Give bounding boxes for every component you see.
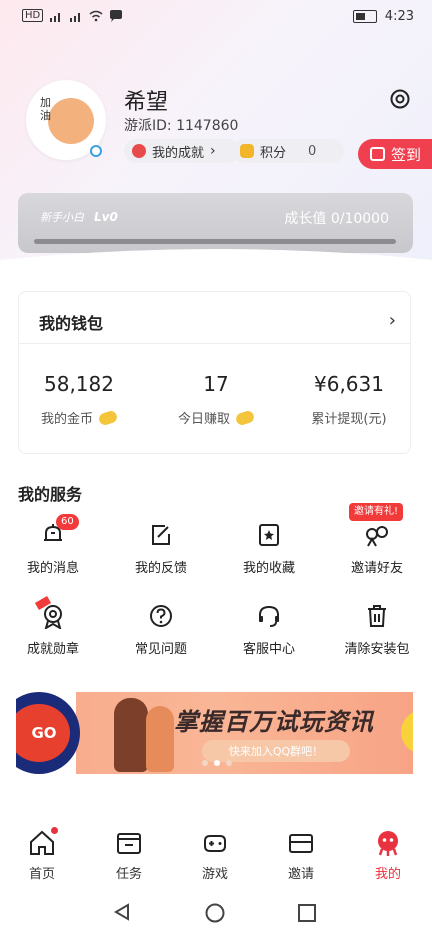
tab-label: 我的: [374, 867, 401, 882]
medal-icon: [132, 144, 146, 158]
checkin-label: 签到: [391, 145, 422, 164]
service-messages[interactable]: 60 我的消息: [3, 514, 103, 576]
service-label: 成就勋章: [26, 642, 79, 657]
battery-icon: [352, 10, 377, 23]
tab-tasks[interactable]: 任务: [99, 829, 159, 882]
invite-icon: [366, 526, 388, 547]
avatar-search-icon: [90, 145, 102, 157]
service-label: 我的收藏: [242, 561, 295, 576]
message-icon: [110, 9, 123, 22]
services-title: 我的服务: [18, 485, 83, 504]
service-label: 邀请好友: [350, 561, 403, 576]
service-support[interactable]: 客服中心: [219, 603, 319, 657]
checkin-button[interactable]: 签到: [358, 139, 432, 169]
coin-hand-icon: [97, 409, 119, 426]
service-favorites[interactable]: 我的收藏: [219, 522, 319, 576]
coin-bag-icon: [240, 144, 254, 158]
user-name: 希望: [124, 90, 169, 115]
achievements-label: 我的成就: [152, 145, 205, 161]
level-title: 新手小白: [40, 211, 84, 224]
status-time: 4:23: [384, 9, 414, 24]
service-label: 常见问题: [134, 642, 187, 657]
user-id: 游派ID: 1147860: [124, 118, 239, 134]
status-bar: HD 4:23: [0, 0, 432, 34]
tab-label: 邀请: [287, 867, 314, 882]
divider: [19, 343, 410, 344]
achievements-chip[interactable]: 我的成就 ›: [124, 139, 240, 163]
hd-indicator: HD: [22, 9, 44, 22]
wallet-stat-withdrawn[interactable]: ¥6,631 累计提现(元): [289, 372, 409, 427]
calendar-icon: [370, 147, 385, 161]
service-medals[interactable]: 成就勋章: [3, 596, 103, 657]
question-icon: [150, 605, 172, 627]
stat-value: ¥6,631: [314, 372, 384, 396]
banner-figure-icon-2: [146, 706, 174, 772]
page-dot: [202, 760, 208, 766]
page-dot: [226, 760, 232, 766]
service-label: 我的消息: [26, 561, 79, 576]
service-feedback[interactable]: 我的反馈: [111, 522, 211, 576]
header-wave: [0, 249, 432, 278]
back-icon[interactable]: [113, 903, 131, 921]
banner-coin-icon: [401, 710, 413, 754]
points-chip[interactable]: 积分 0: [232, 139, 344, 163]
envelope-icon: [289, 834, 313, 853]
chevron-right-icon: ›: [210, 143, 216, 159]
banner-headline: 掌握百万试玩资讯: [174, 708, 374, 736]
points-label: 积分: [260, 145, 287, 161]
stat-label: 我的金币: [40, 412, 93, 427]
service-label: 客服中心: [242, 642, 295, 657]
notification-dot: [51, 827, 58, 834]
wifi-icon: [89, 10, 103, 21]
service-clear-packages[interactable]: 清除安装包: [327, 603, 427, 657]
service-label: 清除安装包: [344, 642, 410, 657]
chevron-right-icon[interactable]: ›: [389, 310, 396, 331]
service-label: 我的反馈: [134, 561, 187, 576]
level-tag: 新手小白 Lv0: [40, 209, 118, 225]
avatar-text: 加油: [40, 96, 51, 122]
home-circle-icon[interactable]: [205, 903, 225, 923]
stat-value: 17: [203, 372, 229, 396]
tab-invite[interactable]: 邀请: [271, 829, 331, 882]
invite-promo-tag: 邀请有礼!: [349, 503, 404, 521]
trash-icon: [368, 605, 386, 627]
level-number: Lv0: [94, 210, 118, 224]
growth-value: 成长值 0/10000: [284, 211, 389, 227]
gamepad-icon: [204, 835, 226, 852]
banner-pagination: [202, 760, 232, 766]
bottom-tab-bar: 首页 任务 游戏 邀请 我的: [0, 827, 432, 889]
tab-profile[interactable]: 我的: [358, 829, 418, 882]
banner-figure-icon: [114, 698, 148, 772]
wallet-title: 我的钱包: [39, 314, 104, 333]
signal-icon: [50, 12, 61, 22]
recent-apps-icon[interactable]: [298, 904, 316, 922]
coin-hand-icon: [234, 409, 256, 426]
wallet-stat-coins[interactable]: 58,182 我的金币: [19, 372, 139, 427]
stat-label: 累计提现(元): [311, 412, 387, 427]
profile-icon: [378, 831, 398, 856]
tab-home[interactable]: 首页: [12, 827, 72, 882]
bookmark-icon: [259, 524, 279, 546]
wallet-stat-today[interactable]: 17 今日赚取: [156, 372, 276, 427]
points-value: 0: [308, 143, 317, 159]
signal-icon-2: [70, 12, 81, 22]
headset-icon: [259, 605, 279, 627]
tab-label: 游戏: [201, 867, 228, 882]
feedback-icon: [152, 525, 170, 545]
task-icon: [117, 833, 141, 854]
system-nav-bar: [0, 895, 432, 928]
banner-subline: 快来加入QQ群吧！: [202, 740, 350, 762]
settings-icon[interactable]: [389, 88, 411, 110]
service-faq[interactable]: 常见问题: [111, 603, 211, 657]
service-invite[interactable]: 邀请好友: [327, 522, 427, 576]
tab-label: 任务: [115, 867, 142, 882]
message-count-badge: 60: [56, 514, 79, 530]
tab-label: 首页: [28, 867, 55, 882]
page-dot-active: [214, 760, 220, 766]
promo-banner[interactable]: GO 掌握百万试玩资讯 快来加入QQ群吧！: [16, 692, 413, 774]
stat-value: 58,182: [44, 372, 114, 396]
tab-games[interactable]: 游戏: [185, 829, 245, 882]
stat-label: 今日赚取: [177, 412, 230, 427]
wallet-card[interactable]: 我的钱包 › 58,182 我的金币 17 今日赚取 ¥6,631 累计提现(元…: [18, 291, 411, 454]
